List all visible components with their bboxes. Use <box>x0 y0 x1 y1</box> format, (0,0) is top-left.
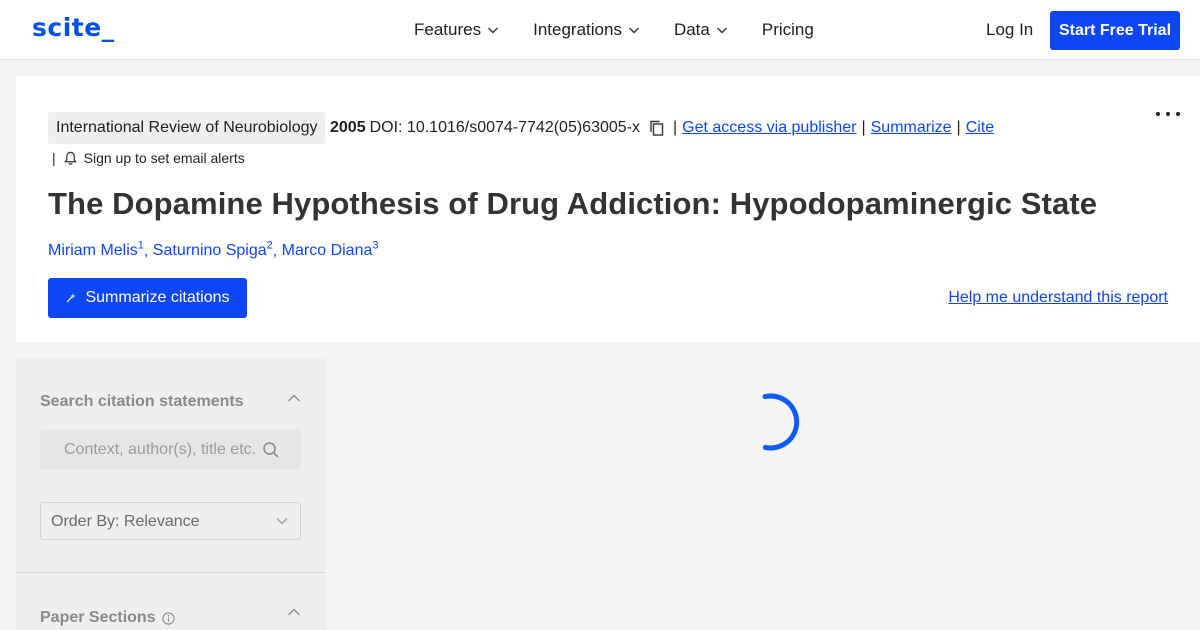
summarize-link[interactable]: Summarize <box>871 119 952 137</box>
separator: | <box>956 119 961 136</box>
nav-integrations[interactable]: Integrations <box>533 20 640 40</box>
author-link[interactable]: Miriam Melis1 <box>48 240 144 260</box>
summarize-citations-button[interactable]: Summarize citations <box>48 278 247 318</box>
chevron-down-icon <box>276 518 288 525</box>
paper-title: The Dopamine Hypothesis of Drug Addictio… <box>48 186 1098 221</box>
paper-sections-label: Paper Sections <box>40 609 156 626</box>
email-alerts-label: Sign up to set email alerts <box>83 150 245 166</box>
author-separator: , <box>143 242 153 260</box>
nav-integrations-label: Integrations <box>533 20 622 39</box>
separator: | <box>861 119 866 136</box>
chevron-up-icon[interactable] <box>287 393 301 403</box>
chevron-up-icon[interactable] <box>287 607 301 617</box>
author-list: Miriam Melis1, Saturnino Spiga2, Marco D… <box>48 240 379 260</box>
chevron-down-icon <box>628 27 639 34</box>
nav-pricing[interactable]: Pricing <box>762 20 814 40</box>
author-separator: , <box>272 242 282 260</box>
get-access-link[interactable]: Get access via publisher <box>682 119 856 137</box>
cite-link[interactable]: Cite <box>966 119 994 137</box>
main-nav: Features Integrations Data Pricing <box>414 0 814 60</box>
journal-name[interactable]: International Review of Neurobiology <box>48 112 326 144</box>
author-link[interactable]: Marco Diana3 <box>281 240 379 260</box>
copy-icon[interactable] <box>648 119 666 137</box>
author-affiliation: 3 <box>372 240 379 252</box>
sidebar-divider <box>16 572 325 573</box>
doi-text: DOI: 10.1016/s0074-7742(05)63005-x <box>369 119 640 136</box>
search-icon[interactable] <box>262 441 280 459</box>
citation-search-input[interactable] <box>40 430 260 470</box>
order-by-select[interactable]: Order By: Relevance <box>40 502 301 540</box>
separator: | <box>673 119 678 136</box>
nav-features-label: Features <box>414 20 482 39</box>
publication-year: 2005 <box>330 119 366 136</box>
chevron-down-icon <box>488 27 499 34</box>
start-free-trial-button[interactable]: Start Free Trial <box>1050 11 1180 50</box>
info-icon[interactable] <box>161 611 175 625</box>
email-alerts[interactable]: | Sign up to set email alerts <box>52 150 245 166</box>
nav-features[interactable]: Features <box>414 20 499 40</box>
author-name: Marco Diana <box>281 242 373 260</box>
citation-sidebar: Search citation statements Order By: Rel… <box>16 358 325 630</box>
summarize-citations-label: Summarize citations <box>85 289 230 306</box>
author-name: Miriam Melis <box>48 242 138 260</box>
separator: | <box>52 150 56 166</box>
author-name: Saturnino Spiga <box>152 242 267 260</box>
nav-pricing-label: Pricing <box>761 20 814 39</box>
bell-icon <box>63 151 77 165</box>
paper-sections-heading: Paper Sections <box>40 609 175 627</box>
more-icon[interactable] <box>1154 104 1182 124</box>
sparkle-icon <box>67 293 77 303</box>
order-by-value: Order By: Relevance <box>51 513 200 530</box>
author-link[interactable]: Saturnino Spiga2 <box>152 240 273 260</box>
nav-data[interactable]: Data <box>674 20 728 40</box>
login-link[interactable]: Log In <box>986 20 1033 40</box>
paper-header-card: International Review of Neurobiology 200… <box>16 76 1200 342</box>
citation-search-box <box>40 430 301 470</box>
paper-meta: 2005 DOI: 10.1016/s0074-7742(05)63005-x … <box>330 112 994 144</box>
chevron-down-icon <box>716 27 727 34</box>
scite-logo[interactable]: scite_ <box>32 13 115 42</box>
nav-data-label: Data <box>673 20 710 39</box>
top-navbar: scite_ Features Integrations Data Pricin… <box>0 0 1200 60</box>
search-citations-heading: Search citation statements <box>40 393 244 410</box>
help-understand-link[interactable]: Help me understand this report <box>948 289 1168 307</box>
loading-spinner <box>762 393 800 451</box>
